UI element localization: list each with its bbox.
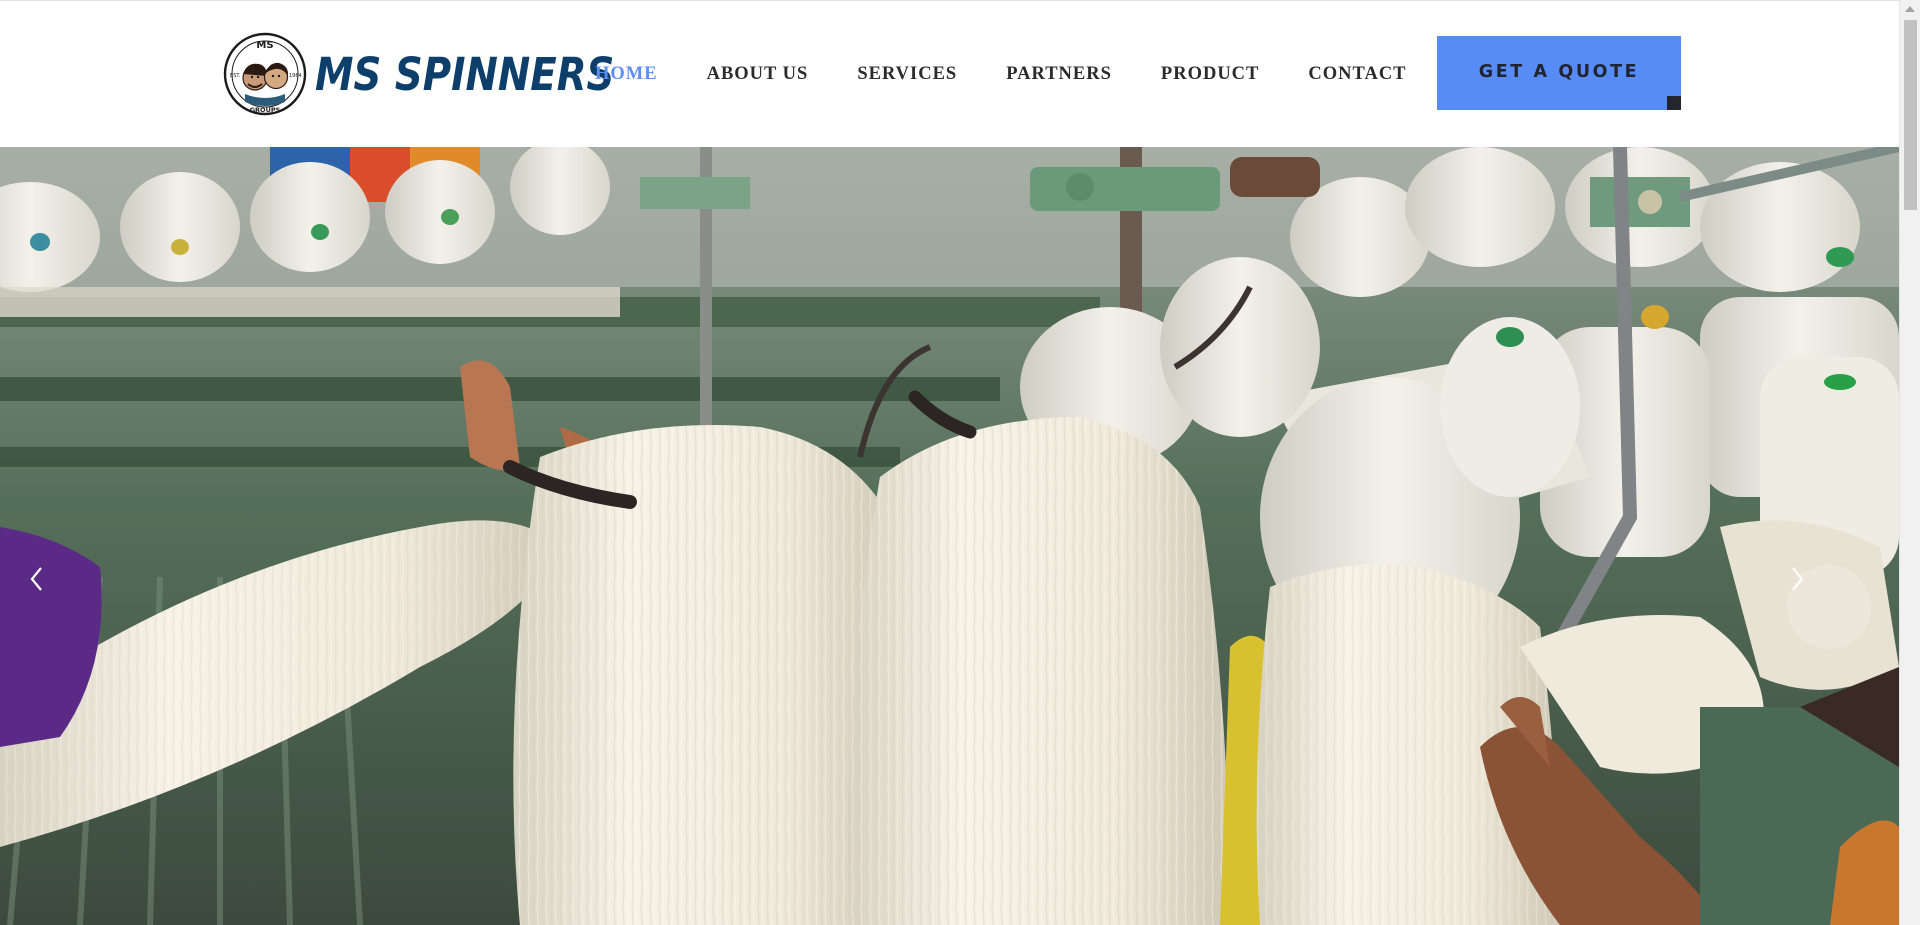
brand-seal-icon: MS GROUPS EST. 1964 bbox=[223, 32, 307, 116]
chevron-right-icon bbox=[1792, 567, 1804, 591]
get-a-quote-button[interactable]: GET A QUOTE bbox=[1437, 36, 1681, 110]
chevron-left-icon bbox=[30, 567, 42, 591]
seal-left-text: EST. bbox=[230, 73, 241, 79]
button-corner-accent bbox=[1667, 96, 1681, 110]
seal-bottom-text: GROUPS bbox=[250, 106, 281, 114]
nav-home[interactable]: HOME bbox=[595, 63, 658, 85]
brand-name: MS SPINNERS bbox=[315, 47, 615, 101]
scroll-up-icon[interactable] bbox=[1905, 6, 1915, 12]
nav-partners[interactable]: PARTNERS bbox=[1006, 63, 1112, 85]
slider-prev-button[interactable] bbox=[27, 565, 111, 649]
nav-services[interactable]: SERVICES bbox=[857, 63, 957, 85]
nav-about-us[interactable]: ABOUT US bbox=[707, 63, 809, 85]
main-nav: HOME ABOUT US SERVICES PARTNERS PRODUCT … bbox=[595, 63, 1456, 85]
seal-right-text: 1964 bbox=[289, 73, 302, 79]
nav-contact[interactable]: CONTACT bbox=[1308, 63, 1406, 85]
site-header: MS GROUPS EST. 1964 MS SPINNERS HOME ABO… bbox=[0, 0, 1899, 147]
seal-top-text: MS bbox=[256, 40, 273, 51]
get-a-quote-label: GET A QUOTE bbox=[1478, 62, 1640, 82]
hero-slider bbox=[0, 147, 1899, 925]
hero-image bbox=[0, 147, 1899, 925]
page-scrollbar[interactable] bbox=[1899, 0, 1920, 925]
slider-next-button[interactable] bbox=[1787, 565, 1871, 649]
nav-product[interactable]: PRODUCT bbox=[1161, 63, 1259, 85]
scrollbar-thumb[interactable] bbox=[1904, 20, 1917, 210]
